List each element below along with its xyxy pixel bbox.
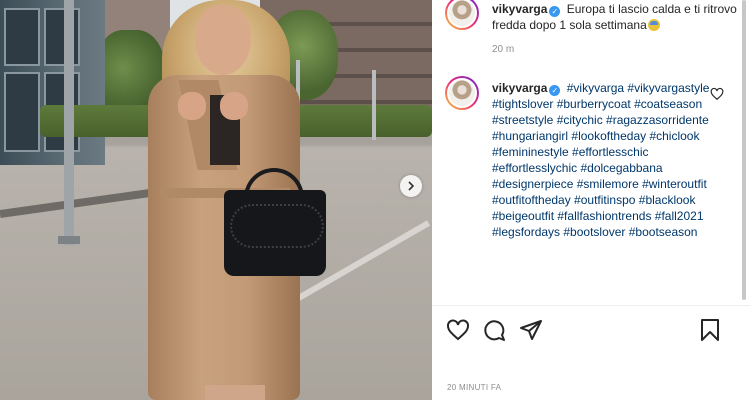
comment: vikyvarga ✓ #vikyvarga #vikyvargastyle #t… [492,80,712,240]
photo-person-hand [220,92,248,120]
avatar-image [447,78,477,108]
photo-lamp-post [372,70,376,140]
bookmark-icon[interactable] [698,318,722,342]
post-caption: vikyvarga ✓ Europa ti lascio calda e ti r… [492,1,747,33]
photo-person-hand [178,92,206,120]
comment-icon[interactable] [482,318,506,342]
chevron-right-icon [408,181,415,191]
caption-time[interactable]: 20 m [492,44,514,55]
verified-badge-icon: ✓ [549,85,561,96]
photo-person-face [195,5,251,75]
cold-face-emoji-icon [647,19,660,31]
photo-pole-base [58,236,80,244]
comment-like-heart-icon[interactable] [710,87,724,101]
comment-hashtags[interactable]: #vikyvarga #vikyvargastyle #tightslover … [492,81,709,239]
avatar[interactable] [445,0,479,30]
post-timestamp[interactable]: 20 MINUTI FA [447,383,501,392]
photo-pole [64,0,74,245]
next-photo-button[interactable] [400,175,422,197]
comment-username[interactable]: vikyvarga [492,81,547,95]
avatar-image [447,0,477,28]
send-icon[interactable] [519,318,543,342]
like-heart-icon[interactable] [446,318,470,342]
comments-scrollbar[interactable] [741,0,747,300]
photo-person-legs [205,385,265,400]
caption-username[interactable]: vikyvarga [492,2,547,16]
post-actions-bar [432,305,750,345]
comment-avatar[interactable] [445,76,479,110]
verified-badge-icon: ✓ [549,6,561,17]
post-photo[interactable] [0,0,432,400]
photo-handbag [224,190,326,276]
photo-building-left [0,0,105,165]
